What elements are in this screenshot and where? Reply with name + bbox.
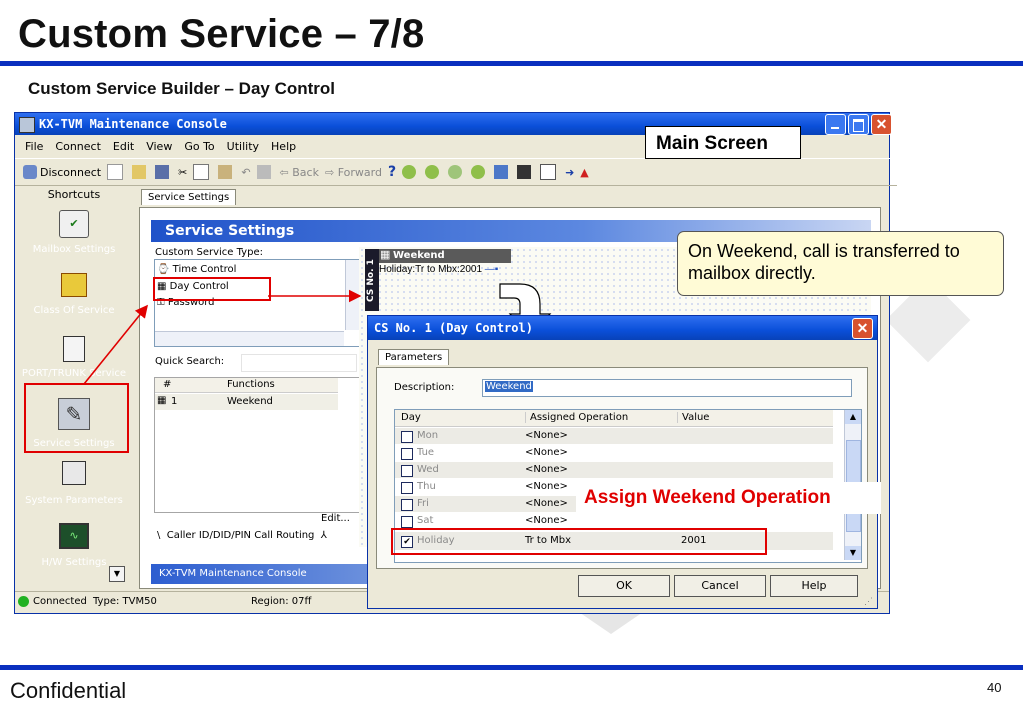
checkbox[interactable] bbox=[401, 482, 413, 494]
footer-confidential: Confidential bbox=[10, 678, 127, 703]
table-row[interactable]: Tue <None> bbox=[395, 445, 833, 461]
checkbox[interactable] bbox=[401, 448, 413, 460]
assign-weekend-callout: Assign Weekend Operation bbox=[576, 482, 881, 514]
table-row[interactable]: Mon <None> bbox=[395, 428, 833, 444]
ok-button[interactable]: OK bbox=[578, 575, 670, 597]
main-screen-callout: Main Screen bbox=[645, 126, 801, 159]
day-control-dialog: CS No. 1 (Day Control) ✕ Parameters Desc… bbox=[367, 315, 878, 609]
resize-grip-icon[interactable]: ⋰ bbox=[864, 596, 874, 606]
checkbox[interactable] bbox=[401, 465, 413, 477]
dialog-title-bar[interactable]: CS No. 1 (Day Control) ✕ bbox=[368, 316, 877, 340]
weekend-note-callout: On Weekend, call is transferred to mailb… bbox=[677, 231, 1004, 296]
checkbox[interactable] bbox=[401, 516, 413, 528]
description-label: Description: bbox=[394, 382, 455, 393]
table-row[interactable]: Sat <None> bbox=[395, 513, 833, 529]
holiday-row-highlight bbox=[391, 528, 767, 555]
cancel-button[interactable]: Cancel bbox=[674, 575, 766, 597]
table-row[interactable]: Wed <None> bbox=[395, 462, 833, 478]
scroll-down-icon[interactable]: ▼ bbox=[845, 546, 861, 560]
dialog-title: CS No. 1 (Day Control) bbox=[374, 321, 533, 335]
footer-rule bbox=[0, 665, 1023, 670]
checkbox[interactable] bbox=[401, 499, 413, 511]
checkbox[interactable] bbox=[401, 431, 413, 443]
day-grid-header: Day Assigned Operation Value bbox=[395, 410, 833, 427]
help-button[interactable]: Help bbox=[770, 575, 858, 597]
description-field[interactable]: Weekend bbox=[482, 379, 852, 397]
dialog-close-button[interactable]: ✕ bbox=[852, 318, 873, 339]
tab-parameters[interactable]: Parameters bbox=[378, 349, 450, 365]
scroll-up-icon[interactable]: ▲ bbox=[845, 410, 861, 424]
page-number: 40 bbox=[987, 680, 1002, 695]
